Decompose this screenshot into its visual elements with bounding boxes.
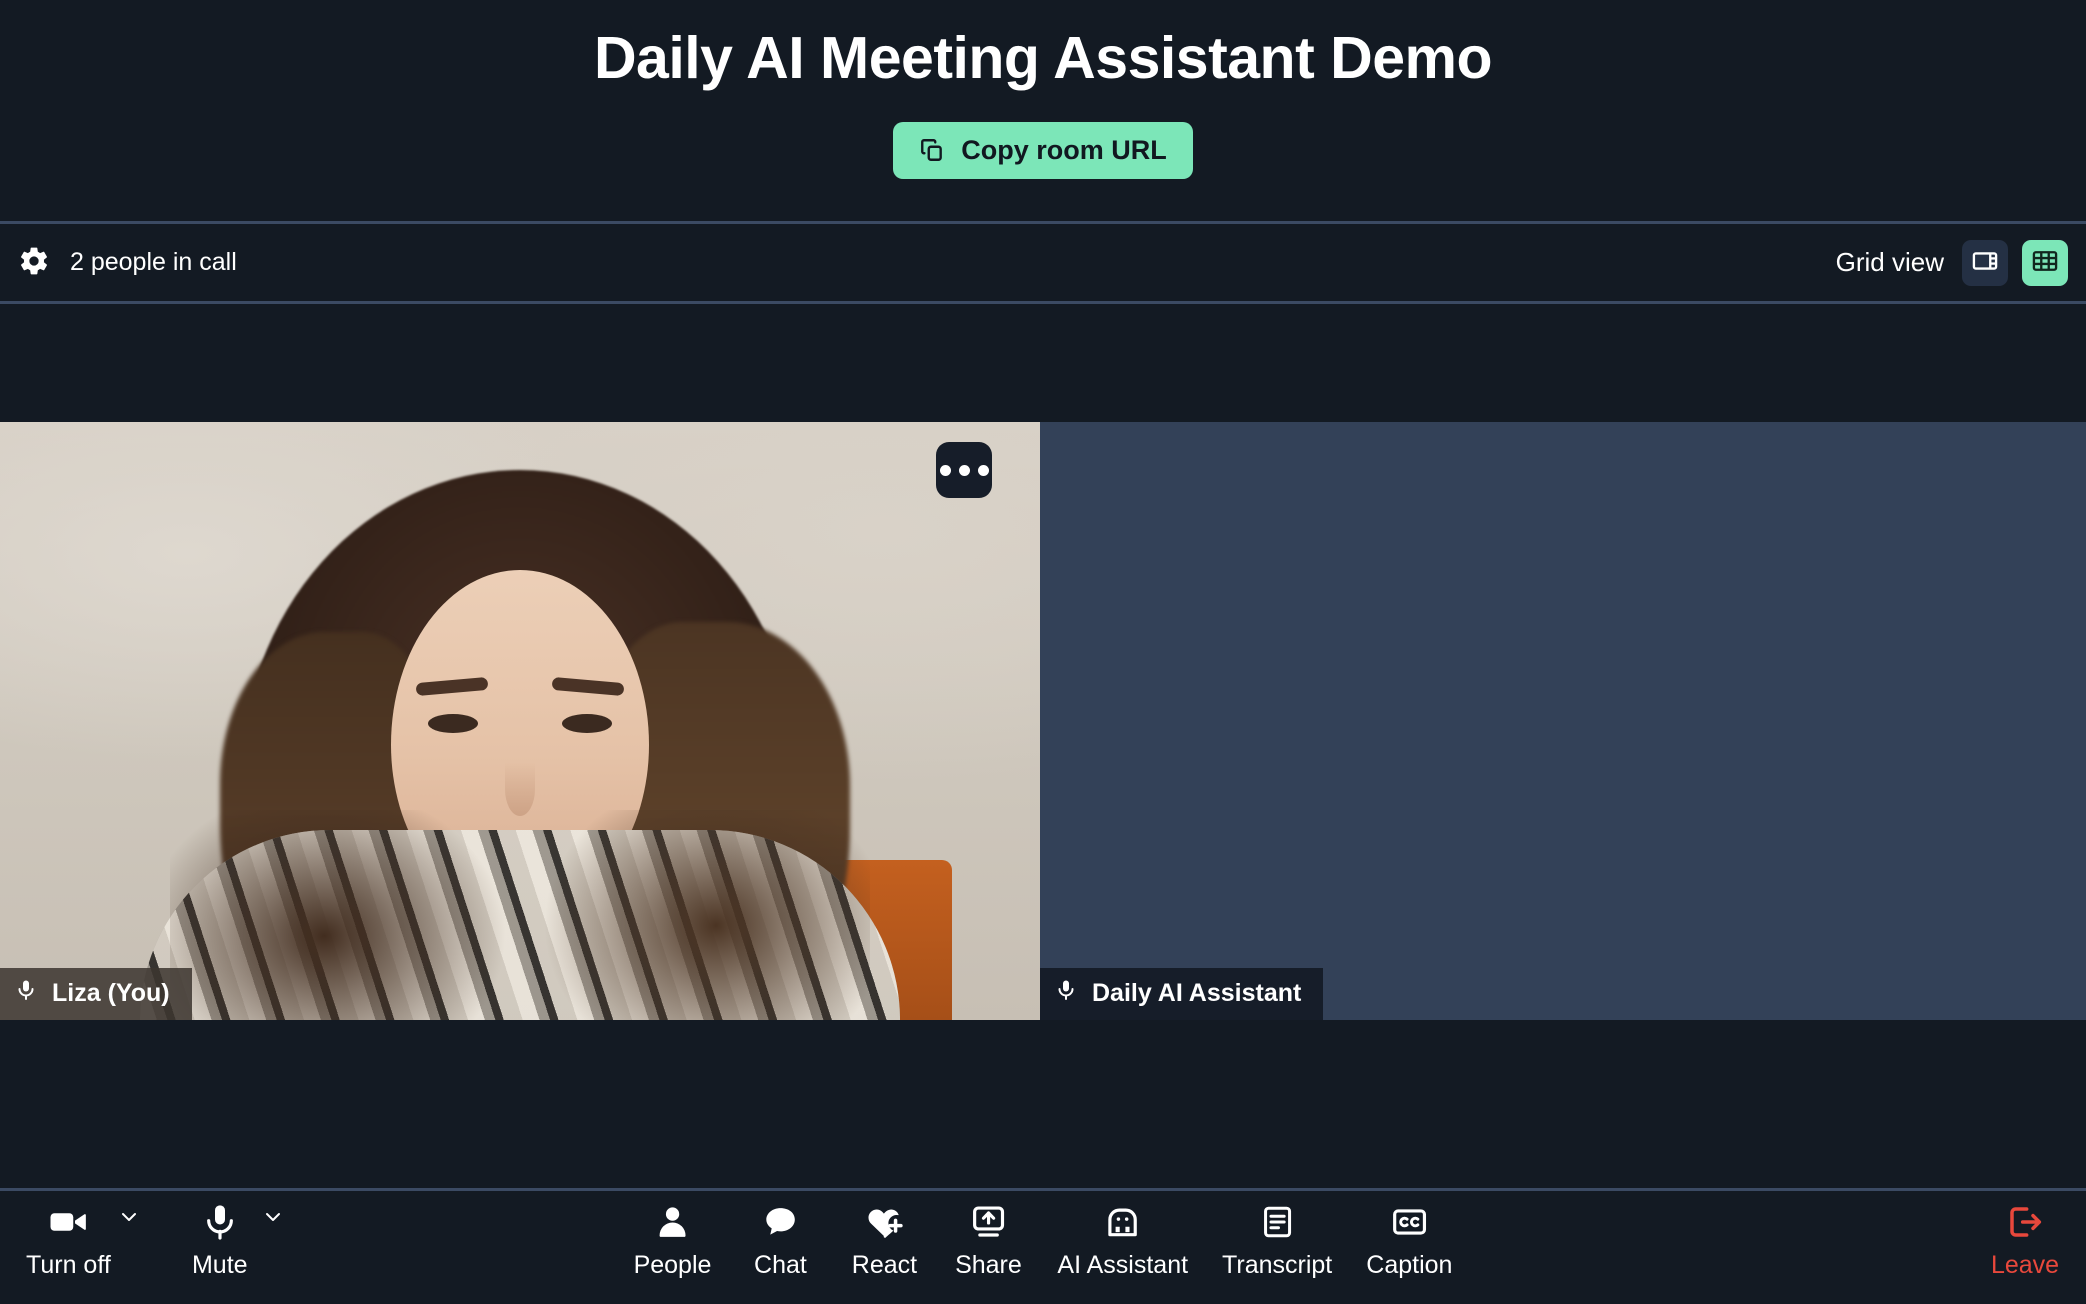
caption-button[interactable]: Caption: [1366, 1199, 1452, 1280]
toolbar-right-group: Leave: [1990, 1191, 2086, 1280]
call-info-bar: 2 people in call Grid view: [0, 224, 2086, 304]
speaker-view-icon: [1971, 247, 1999, 278]
grid-view-button[interactable]: [2022, 239, 2068, 286]
toolbar-center-group: People Chat React Share AI Assistant Tra…: [633, 1191, 1452, 1280]
camera-toggle-button[interactable]: Turn off: [26, 1199, 111, 1280]
view-controls: Grid view: [1835, 239, 2068, 286]
chevron-down-icon: [261, 1205, 285, 1232]
people-in-call-count: 2 people in call: [70, 248, 237, 276]
closed-caption-icon: [1390, 1199, 1428, 1245]
view-mode-label: Grid view: [1835, 247, 1944, 277]
chevron-down-icon: [117, 1205, 141, 1232]
camera-control-group: Turn off: [26, 1199, 141, 1280]
transcript-icon: [1259, 1199, 1295, 1245]
video-stage: Liza (You) Daily AI Assistant: [0, 304, 2086, 1188]
transcript-button[interactable]: Transcript: [1222, 1199, 1332, 1280]
share-screen-icon: [969, 1199, 1007, 1245]
camera-options-chevron-button[interactable]: [117, 1205, 141, 1232]
caption-label: Caption: [1366, 1251, 1453, 1279]
ai-assistant-button[interactable]: AI Assistant: [1057, 1199, 1188, 1280]
leave-icon: [2005, 1199, 2045, 1245]
gear-icon: [18, 245, 50, 280]
settings-button[interactable]: [14, 241, 54, 284]
camera-icon: [47, 1199, 89, 1245]
camera-toggle-label: Turn off: [26, 1251, 111, 1279]
mute-toggle-label: Mute: [191, 1251, 248, 1279]
microphone-icon: [1054, 978, 1078, 1009]
grid-view-icon: [2031, 247, 2059, 278]
chat-label: Chat: [754, 1251, 807, 1279]
transcript-label: Transcript: [1222, 1251, 1333, 1279]
leave-button[interactable]: Leave: [1990, 1199, 2060, 1280]
copy-room-url-label: Copy room URL: [961, 134, 1167, 165]
leave-label: Leave: [1990, 1251, 2060, 1279]
copy-room-url-button[interactable]: Copy room URL: [893, 121, 1193, 179]
participant-name-assistant: Daily AI Assistant: [1092, 979, 1302, 1007]
react-button[interactable]: React: [849, 1199, 919, 1280]
self-video-feed: [0, 422, 1040, 1020]
call-info-left: 2 people in call: [14, 241, 237, 284]
participant-tile-assistant[interactable]: Daily AI Assistant: [1040, 422, 2086, 1020]
call-toolbar: Turn off Mute People Chat React Share AI…: [0, 1188, 2086, 1304]
chat-bubble-icon: [761, 1199, 799, 1245]
react-label: React: [851, 1251, 918, 1279]
participant-name-tag-self: Liza (You): [0, 968, 192, 1020]
share-button[interactable]: Share: [953, 1199, 1023, 1280]
more-options-button[interactable]: [936, 442, 992, 498]
people-icon: [653, 1199, 691, 1245]
microphone-icon: [200, 1199, 240, 1245]
speaker-view-button[interactable]: [1962, 239, 2008, 286]
mute-toggle-button[interactable]: Mute: [185, 1199, 255, 1280]
page-header: Daily AI Meeting Assistant Demo Copy roo…: [0, 0, 2086, 224]
robot-icon: [1104, 1199, 1142, 1245]
participant-name-self: Liza (You): [52, 979, 170, 1007]
participant-name-tag-assistant: Daily AI Assistant: [1040, 968, 1324, 1020]
copy-icon: [919, 137, 945, 163]
microphone-icon: [14, 978, 38, 1009]
microphone-control-group: Mute: [185, 1199, 285, 1280]
heart-plus-icon: [864, 1199, 904, 1245]
participant-tile-self[interactable]: Liza (You): [0, 422, 1040, 1020]
people-button[interactable]: People: [633, 1199, 712, 1280]
microphone-options-chevron-button[interactable]: [261, 1205, 285, 1232]
toolbar-left-group: Turn off Mute: [0, 1191, 285, 1280]
page-title: Daily AI Meeting Assistant Demo: [593, 25, 1493, 91]
more-options-icon: [939, 464, 951, 476]
meeting-app: Daily AI Meeting Assistant Demo Copy roo…: [0, 0, 2086, 1304]
tile-grid: Liza (You) Daily AI Assistant: [0, 422, 2086, 1020]
chat-button[interactable]: Chat: [745, 1199, 815, 1280]
people-label: People: [633, 1251, 712, 1279]
share-label: Share: [955, 1251, 1022, 1279]
ai-assistant-label: AI Assistant: [1057, 1251, 1189, 1279]
